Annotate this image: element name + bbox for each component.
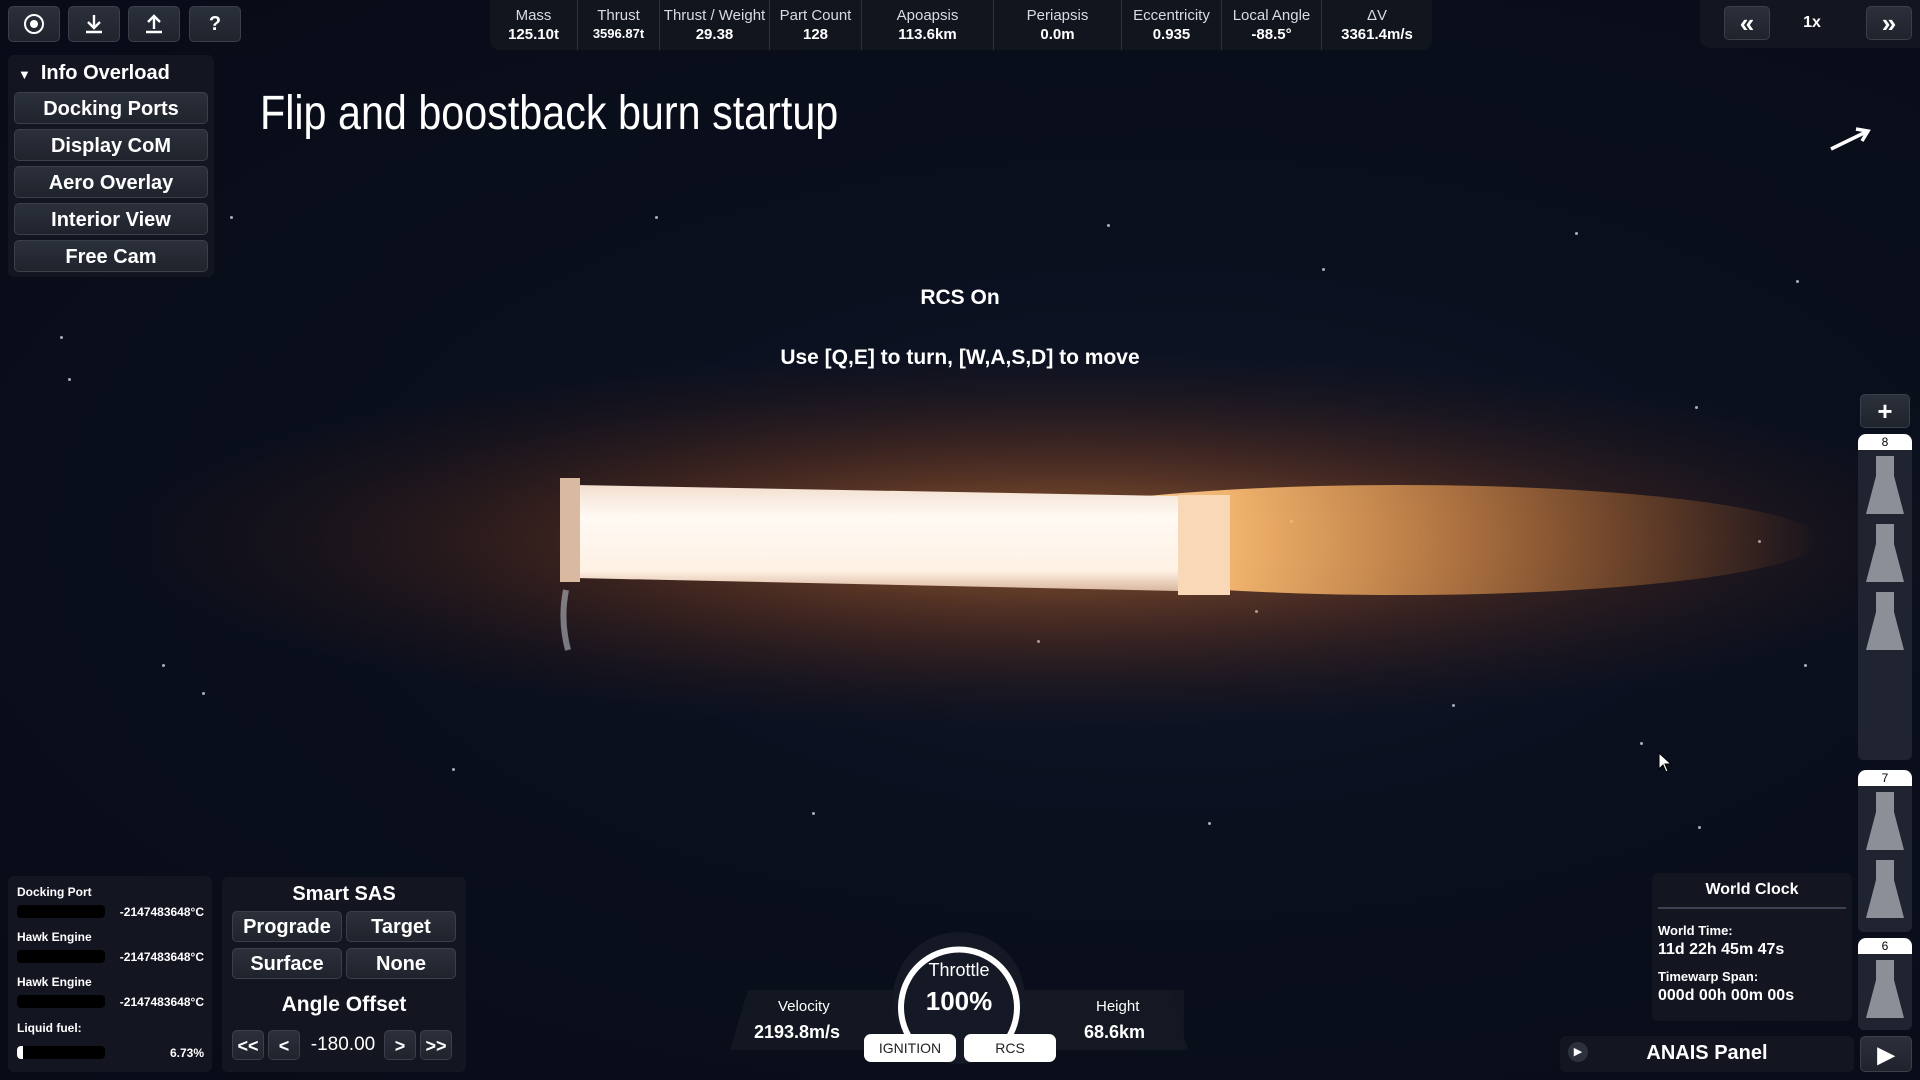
ignition-button[interactable]: IGNITION bbox=[864, 1034, 956, 1062]
rocket-interstage bbox=[560, 478, 580, 582]
view-options-menu: ▼ Info Overload Docking Ports Display CoM… bbox=[8, 55, 214, 277]
engine-icon bbox=[1866, 792, 1904, 850]
timewarp-value: 1x bbox=[1803, 14, 1821, 31]
smart-sas-panel: Smart SAS Prograde Target Surface None A… bbox=[222, 877, 466, 1072]
anais-panel-bar[interactable]: ▶ ANAIS Panel bbox=[1560, 1036, 1854, 1072]
world-clock-title: World Clock bbox=[1705, 881, 1799, 898]
display-com-button[interactable]: Display CoM bbox=[14, 129, 208, 161]
angle-increase-large-button[interactable]: >> bbox=[420, 1030, 452, 1060]
chevron-double-left-icon: « bbox=[1739, 8, 1755, 38]
part-temperature-panel: Docking Port -2147483648°C Hawk Engine -… bbox=[8, 876, 212, 1072]
flight-stats-bar: Mass 125.10t Thrust 3596.87t Thrust / Weig… bbox=[490, 0, 1432, 50]
world-clock-divider bbox=[1658, 907, 1846, 909]
liquid-fuel-label: Liquid fuel: bbox=[17, 1021, 82, 1035]
launch-button[interactable]: ▶ bbox=[1860, 1036, 1912, 1072]
sas-prograde-button[interactable]: Prograde bbox=[232, 911, 342, 942]
temp-bar bbox=[17, 950, 105, 963]
temp-bar bbox=[17, 905, 105, 918]
interior-view-button[interactable]: Interior View bbox=[14, 203, 208, 235]
stat-local-angle: Local Angle -88.5° bbox=[1222, 0, 1322, 50]
world-clock-panel: World Clock World Time: 11d 22h 45m 47s … bbox=[1652, 873, 1852, 1021]
temp-row-name: Docking Port bbox=[17, 885, 92, 899]
globe-icon bbox=[24, 14, 44, 34]
temp-row-name: Hawk Engine bbox=[17, 975, 92, 989]
add-stage-button[interactable]: + bbox=[1860, 394, 1910, 428]
temp-value: -2147483648°C bbox=[119, 995, 204, 1009]
download-button[interactable] bbox=[68, 6, 120, 42]
stage-7[interactable]: 7 bbox=[1858, 770, 1912, 932]
angle-offset-input[interactable]: -180.00 bbox=[304, 1030, 382, 1060]
stat-mass: Mass 125.10t bbox=[490, 0, 578, 50]
velocity-value: 2193.8m/s bbox=[754, 1022, 841, 1042]
info-overload-toggle[interactable]: ▼ Info Overload bbox=[18, 60, 170, 86]
controls-hint-message: Use [Q,E] to turn, [W,A,S,D] to move bbox=[780, 346, 1140, 369]
angle-offset-title: Angle Offset bbox=[281, 993, 407, 1016]
stat-eccentricity: Eccentricity 0.935 bbox=[1122, 0, 1222, 50]
smart-sas-title: Smart SAS bbox=[292, 883, 396, 905]
help-button[interactable]: ? bbox=[189, 6, 241, 42]
sas-target-button[interactable]: Target bbox=[346, 911, 456, 942]
timewarp-bar: « 1x » bbox=[1700, 0, 1920, 48]
engine-icon bbox=[1866, 592, 1904, 650]
stage-number: 6 bbox=[1858, 938, 1912, 954]
engine-icon bbox=[1866, 456, 1904, 514]
stage-number: 7 bbox=[1858, 770, 1912, 786]
stat-delta-v: ΔV 3361.4m/s bbox=[1341, 7, 1413, 43]
rcs-status-message: RCS On bbox=[920, 286, 1000, 309]
rocket-body bbox=[575, 485, 1225, 592]
sas-none-button[interactable]: None bbox=[346, 948, 456, 979]
sas-surface-button[interactable]: Surface bbox=[232, 948, 342, 979]
rocket-engine-section bbox=[1178, 495, 1230, 595]
globe-button[interactable] bbox=[8, 6, 60, 42]
throttle-label: Throttle bbox=[928, 960, 990, 980]
timewarp-span-label: Timewarp Span: bbox=[1658, 969, 1759, 984]
aero-overlay-button[interactable]: Aero Overlay bbox=[14, 166, 208, 198]
stat-apoapsis: Apoapsis 113.6km bbox=[862, 0, 994, 50]
liquid-fuel-fill bbox=[17, 1046, 23, 1059]
angle-decrease-button[interactable]: < bbox=[268, 1030, 300, 1060]
stat-part-count: Part Count 128 bbox=[770, 0, 862, 50]
help-icon: ? bbox=[208, 12, 222, 35]
velocity-label: Velocity bbox=[778, 998, 830, 1015]
height-label: Height bbox=[1096, 998, 1140, 1015]
angle-increase-button[interactable]: > bbox=[384, 1030, 416, 1060]
stage-6[interactable]: 6 bbox=[1858, 938, 1912, 1030]
direction-arrow-icon bbox=[1830, 127, 1871, 151]
temp-value: -2147483648°C bbox=[119, 905, 204, 919]
height-value: 68.6km bbox=[1084, 1022, 1146, 1042]
temp-row-name: Hawk Engine bbox=[17, 930, 92, 944]
plus-icon: + bbox=[1877, 396, 1893, 426]
engine-icon bbox=[1866, 524, 1904, 582]
rcs-button[interactable]: RCS bbox=[964, 1034, 1056, 1062]
chevron-double-right-icon: » bbox=[1881, 8, 1897, 38]
stage-number: 8 bbox=[1858, 434, 1912, 450]
stage-8[interactable]: 8 bbox=[1858, 434, 1912, 760]
engine-icon bbox=[1866, 860, 1904, 918]
video-caption: Flip and boostback burn startup bbox=[260, 87, 839, 140]
stat-thrust-weight: Thrust / Weight 29.38 bbox=[660, 0, 770, 50]
stat-thrust: Thrust 3596.87t bbox=[578, 0, 660, 50]
cursor-icon bbox=[1658, 752, 1673, 773]
free-cam-button[interactable]: Free Cam bbox=[14, 240, 208, 272]
upload-icon bbox=[146, 14, 162, 34]
engine-icon bbox=[1866, 960, 1904, 1018]
temp-value: -2147483648°C bbox=[119, 950, 204, 964]
download-icon bbox=[86, 15, 102, 34]
temp-bar bbox=[17, 995, 105, 1008]
world-time-value: 11d 22h 45m 47s bbox=[1658, 941, 1785, 958]
anais-panel-label: ANAIS Panel bbox=[1646, 1042, 1768, 1064]
docking-ports-button[interactable]: Docking Ports bbox=[14, 92, 208, 124]
timewarp-faster-button[interactable]: » bbox=[1866, 6, 1912, 40]
upload-button[interactable] bbox=[128, 6, 180, 42]
throttle-value: 100% bbox=[925, 986, 993, 1016]
liquid-fuel-bar bbox=[17, 1046, 105, 1059]
liquid-fuel-value: 6.73% bbox=[169, 1046, 204, 1060]
stat-periapsis: Periapsis 0.0m bbox=[994, 0, 1122, 50]
play-icon: ▶ bbox=[1877, 1042, 1895, 1067]
timewarp-slower-button[interactable]: « bbox=[1724, 6, 1770, 40]
world-time-label: World Time: bbox=[1658, 923, 1733, 938]
timewarp-span-value: 000d 00h 00m 00s bbox=[1658, 987, 1795, 1004]
triangle-down-icon: ▼ bbox=[18, 67, 31, 82]
angle-decrease-large-button[interactable]: << bbox=[232, 1030, 264, 1060]
